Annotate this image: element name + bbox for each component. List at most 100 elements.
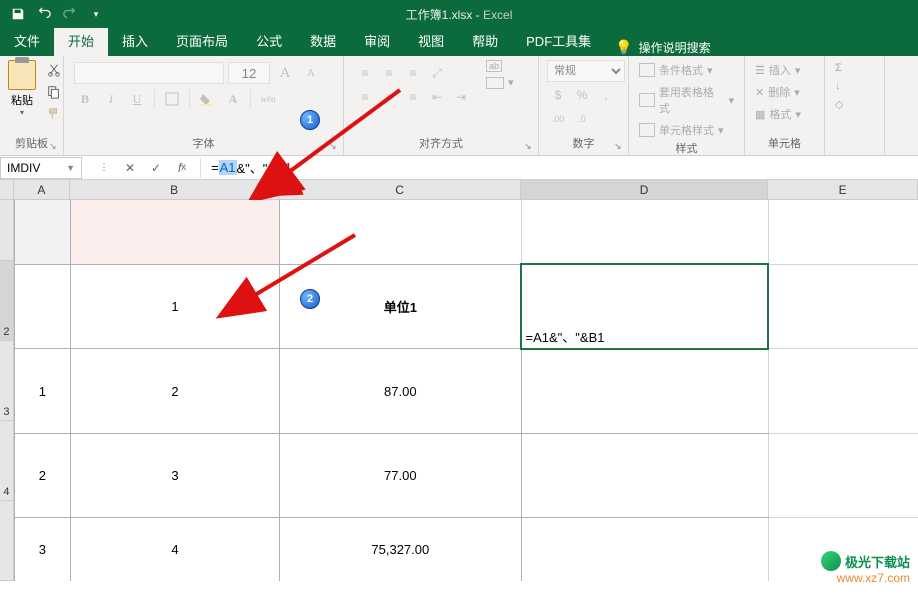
cell-A4[interactable]: 2: [14, 433, 70, 517]
font-color-button[interactable]: A: [222, 88, 244, 110]
cell-A3[interactable]: 1: [14, 349, 70, 433]
bold-button[interactable]: B: [74, 88, 96, 110]
cell-B2[interactable]: 1: [70, 264, 279, 348]
font-size-input[interactable]: [228, 62, 270, 84]
cell-B3[interactable]: 2: [70, 349, 279, 433]
tab-review[interactable]: 审阅: [350, 25, 404, 56]
cancel-formula-button[interactable]: ✕: [118, 158, 142, 178]
save-button[interactable]: [6, 2, 30, 26]
cell-styles-button[interactable]: 单元格样式 ▾: [637, 120, 736, 140]
align-left-button[interactable]: ≡: [354, 86, 376, 108]
cell-C4[interactable]: 77.00: [280, 433, 521, 517]
sheet-table[interactable]: 1 单位1 =A1&"、"&B1 1 2 87.00 2 3 77.00 3: [14, 200, 918, 581]
increase-decimal-button[interactable]: .00: [547, 108, 569, 130]
dropdown-icon[interactable]: ⋮: [92, 158, 116, 178]
font-launcher[interactable]: ↘: [329, 141, 341, 153]
enter-formula-button[interactable]: ✓: [144, 158, 168, 178]
decrease-decimal-button[interactable]: .0: [571, 108, 593, 130]
conditional-format-button[interactable]: 条件格式 ▾: [637, 60, 736, 80]
cell-A2[interactable]: [14, 264, 70, 348]
cell-D4[interactable]: [521, 433, 768, 517]
row-header-1[interactable]: [0, 200, 14, 261]
font-name-input[interactable]: [74, 62, 224, 84]
clipboard-launcher[interactable]: ↘: [49, 141, 61, 153]
align-middle-button[interactable]: ≡: [378, 62, 400, 84]
tab-formulas[interactable]: 公式: [242, 25, 296, 56]
cell-D3[interactable]: [521, 349, 768, 433]
comma-format-button[interactable]: ,: [595, 84, 617, 106]
redo-button[interactable]: [58, 2, 82, 26]
tab-home[interactable]: 开始: [54, 25, 108, 56]
col-header-B[interactable]: B: [70, 180, 280, 200]
align-center-button[interactable]: ≡: [378, 86, 400, 108]
cell-D5[interactable]: [521, 518, 768, 581]
undo-button[interactable]: [32, 2, 56, 26]
row-header-3[interactable]: 3: [0, 341, 14, 421]
orientation-button[interactable]: ⤢: [426, 62, 448, 84]
cell-C5[interactable]: 75,327.00: [280, 518, 521, 581]
cut-button[interactable]: [44, 60, 64, 80]
formula-input[interactable]: =A1&"、"&B1: [205, 156, 918, 179]
tab-file[interactable]: 文件: [0, 25, 54, 56]
wrap-text-button[interactable]: ab: [486, 60, 514, 72]
decrease-font-button[interactable]: A: [300, 62, 322, 84]
col-header-E[interactable]: E: [768, 180, 918, 200]
cell-A5[interactable]: 3: [14, 518, 70, 581]
border-button[interactable]: [161, 88, 183, 110]
copy-button[interactable]: [44, 82, 64, 102]
align-bottom-button[interactable]: ≡: [402, 62, 424, 84]
insert-cells-button[interactable]: ☰ 插入 ▾: [753, 60, 816, 80]
cell-C3[interactable]: 87.00: [280, 349, 521, 433]
underline-button[interactable]: U: [126, 88, 148, 110]
format-cells-button[interactable]: ▦ 格式 ▾: [753, 104, 816, 124]
tab-page-layout[interactable]: 页面布局: [162, 25, 242, 56]
clear-button[interactable]: ◇: [833, 96, 876, 113]
cell-C1[interactable]: [280, 200, 521, 264]
format-painter-button[interactable]: [44, 104, 64, 124]
row-header-4[interactable]: 4: [0, 421, 14, 501]
align-launcher[interactable]: ↘: [524, 141, 536, 153]
cell-E4[interactable]: [768, 433, 918, 517]
tab-view[interactable]: 视图: [404, 25, 458, 56]
tab-pdf-tools[interactable]: PDF工具集: [512, 25, 605, 56]
tell-me-search[interactable]: 💡 操作说明搜索: [605, 39, 720, 56]
name-box[interactable]: IMDIV ▼: [0, 157, 82, 179]
row-header-5[interactable]: [0, 501, 14, 581]
cell-E3[interactable]: [768, 349, 918, 433]
tab-data[interactable]: 数据: [296, 25, 350, 56]
paste-button[interactable]: 粘贴 ▾: [8, 60, 36, 117]
cell-A1[interactable]: [14, 200, 70, 264]
tab-insert[interactable]: 插入: [108, 25, 162, 56]
decrease-indent-button[interactable]: ⇤: [426, 86, 448, 108]
italic-button[interactable]: I: [100, 88, 122, 110]
qat-customize[interactable]: ▾: [84, 2, 108, 26]
phonetic-button[interactable]: wén: [257, 88, 279, 110]
fill-button[interactable]: ↓: [833, 78, 876, 94]
cell-B1[interactable]: [70, 200, 279, 264]
cell-B5[interactable]: 4: [70, 518, 279, 581]
percent-format-button[interactable]: %: [571, 84, 593, 106]
number-format-select[interactable]: 常规: [547, 60, 625, 82]
col-header-C[interactable]: C: [279, 180, 520, 200]
autosum-button[interactable]: Σ: [833, 60, 876, 76]
delete-cells-button[interactable]: ✕ 删除 ▾: [753, 82, 816, 102]
merge-center-button[interactable]: ▾: [486, 76, 514, 89]
cell-E1[interactable]: [768, 200, 918, 264]
fill-color-button[interactable]: [196, 88, 218, 110]
cell-E2[interactable]: [768, 264, 918, 348]
increase-indent-button[interactable]: ⇥: [450, 86, 472, 108]
col-header-D[interactable]: D: [521, 180, 768, 200]
number-launcher[interactable]: ↘: [614, 141, 626, 153]
format-as-table-button[interactable]: 套用表格格式 ▾: [637, 82, 736, 118]
align-right-button[interactable]: ≡: [402, 86, 424, 108]
fx-button[interactable]: fx: [170, 158, 194, 178]
cell-D1[interactable]: [521, 200, 768, 264]
tab-help[interactable]: 帮助: [458, 25, 512, 56]
cell-D2[interactable]: =A1&"、"&B1: [521, 264, 768, 348]
col-header-A[interactable]: A: [14, 180, 70, 200]
spreadsheet-grid[interactable]: A B C D E 2 3 4 1 单位1 =A1&"、"&B1: [0, 180, 918, 581]
accounting-format-button[interactable]: $: [547, 84, 569, 106]
align-top-button[interactable]: ≡: [354, 62, 376, 84]
cell-B4[interactable]: 3: [70, 433, 279, 517]
increase-font-button[interactable]: A: [274, 62, 296, 84]
